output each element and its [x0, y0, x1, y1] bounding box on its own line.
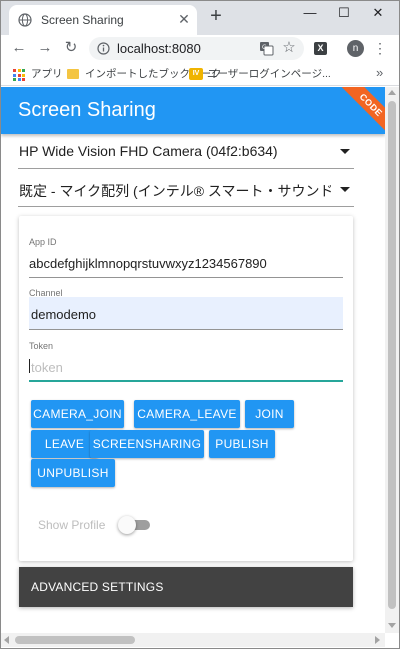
- dropdown-arrow-icon: [340, 187, 350, 192]
- camera-leave-button[interactable]: CAMERA_LEAVE: [134, 400, 240, 428]
- horizontal-scroll-thumb[interactable]: [15, 636, 135, 644]
- info-icon[interactable]: [97, 42, 110, 55]
- scroll-left-arrow-icon[interactable]: [4, 636, 9, 644]
- dropdown-arrow-icon: [340, 149, 350, 154]
- settings-card: App ID abcdefghijklmnopqrstuvwxyz1234567…: [19, 216, 353, 561]
- show-profile-toggle-knob[interactable]: [118, 516, 136, 534]
- close-window-button[interactable]: ✕: [367, 3, 389, 23]
- bookmark-user-login[interactable]: ユーザーログインページ...: [207, 66, 331, 82]
- vertical-scroll-thumb[interactable]: [388, 101, 396, 609]
- camera-select-value: HP Wide Vision FHD Camera (04f2:b634): [19, 143, 278, 159]
- bookmark-star-icon[interactable]: ☆: [281, 39, 297, 56]
- page-viewport: Screen Sharing CODE HP Wide Vision FHD C…: [1, 87, 385, 633]
- maximize-button[interactable]: ☐: [333, 3, 355, 23]
- back-button[interactable]: ←: [10, 39, 28, 57]
- text-caret: [29, 359, 30, 373]
- app-title: Screen Sharing: [18, 99, 156, 121]
- tab-strip: Screen Sharing ✕ + — ☐ ✕: [1, 1, 399, 35]
- forward-button[interactable]: →: [36, 39, 54, 57]
- browser-window: Screen Sharing ✕ + — ☐ ✕ ← → ↻ localhost…: [0, 0, 400, 649]
- folder-icon: [67, 69, 79, 79]
- tab-title: Screen Sharing: [41, 13, 124, 27]
- token-placeholder[interactable]: token: [31, 360, 63, 375]
- browser-menu-icon[interactable]: ⋮: [373, 39, 387, 57]
- tab-close-icon[interactable]: ✕: [177, 12, 191, 26]
- publish-button[interactable]: PUBLISH: [209, 430, 275, 458]
- browser-toolbar: ← → ↻ localhost:8080 G ☆ X n ⋮: [1, 35, 399, 62]
- camera-select[interactable]: HP Wide Vision FHD Camera (04f2:b634): [18, 137, 354, 169]
- leave-button[interactable]: LEAVE: [31, 430, 98, 458]
- bookmarks-bar: アプリ インポートしたブックマーク IV ユーザーログインページ... »: [1, 62, 399, 86]
- new-tab-button[interactable]: +: [207, 6, 225, 26]
- camera-join-button[interactable]: CAMERA_JOIN: [31, 400, 124, 428]
- address-bar[interactable]: localhost:8080 G ☆: [89, 37, 304, 60]
- app-id-label: App ID: [29, 237, 57, 247]
- browser-tab[interactable]: Screen Sharing ✕: [9, 5, 197, 35]
- translate-icon[interactable]: G: [259, 41, 274, 56]
- microphone-select[interactable]: 既定 - マイク配列 (インテル® スマート・サウンド・テクノロジー): [18, 175, 354, 207]
- horizontal-scrollbar[interactable]: [1, 633, 385, 647]
- app-bar: Screen Sharing CODE: [1, 87, 385, 134]
- scroll-down-arrow-icon[interactable]: [388, 623, 396, 628]
- apps-grid-icon: [13, 69, 25, 81]
- bookmarks-overflow-button[interactable]: »: [376, 65, 383, 80]
- advanced-settings-title: ADVANCED SETTINGS: [31, 580, 164, 594]
- scroll-right-arrow-icon[interactable]: [375, 636, 380, 644]
- join-button[interactable]: JOIN: [245, 400, 294, 428]
- code-ribbon[interactable]: CODE: [337, 87, 385, 134]
- screensharing-button[interactable]: SCREENSHARING: [90, 430, 204, 458]
- token-field[interactable]: Token token: [29, 339, 343, 383]
- url-text: localhost:8080: [117, 41, 201, 56]
- svg-text:G: G: [262, 44, 267, 51]
- channel-value[interactable]: demodemo: [31, 307, 96, 322]
- app-id-value[interactable]: abcdefghijklmnopqrstuvwxyz1234567890: [29, 256, 267, 271]
- scroll-up-arrow-icon[interactable]: [388, 90, 396, 95]
- channel-field[interactable]: Channel demodemo: [29, 286, 343, 330]
- bookmark-apps[interactable]: アプリ: [31, 66, 63, 82]
- token-label: Token: [29, 341, 54, 351]
- advanced-settings-panel[interactable]: ADVANCED SETTINGS: [19, 567, 353, 607]
- vertical-scrollbar[interactable]: [385, 87, 399, 633]
- microphone-select-value: 既定 - マイク配列 (インテル® スマート・サウンド・テクノロジー): [19, 183, 331, 199]
- minimize-button[interactable]: —: [299, 3, 321, 23]
- iv-icon: IV: [189, 68, 203, 80]
- show-profile-label: Show Profile: [38, 518, 106, 532]
- globe-icon: [18, 13, 32, 27]
- unpublish-button[interactable]: UNPUBLISH: [31, 459, 115, 487]
- app-id-field[interactable]: App ID abcdefghijklmnopqrstuvwxyz1234567…: [29, 235, 343, 278]
- profile-avatar[interactable]: n: [347, 40, 364, 57]
- extension-icon[interactable]: X: [314, 42, 327, 55]
- reload-button[interactable]: ↻: [62, 39, 80, 57]
